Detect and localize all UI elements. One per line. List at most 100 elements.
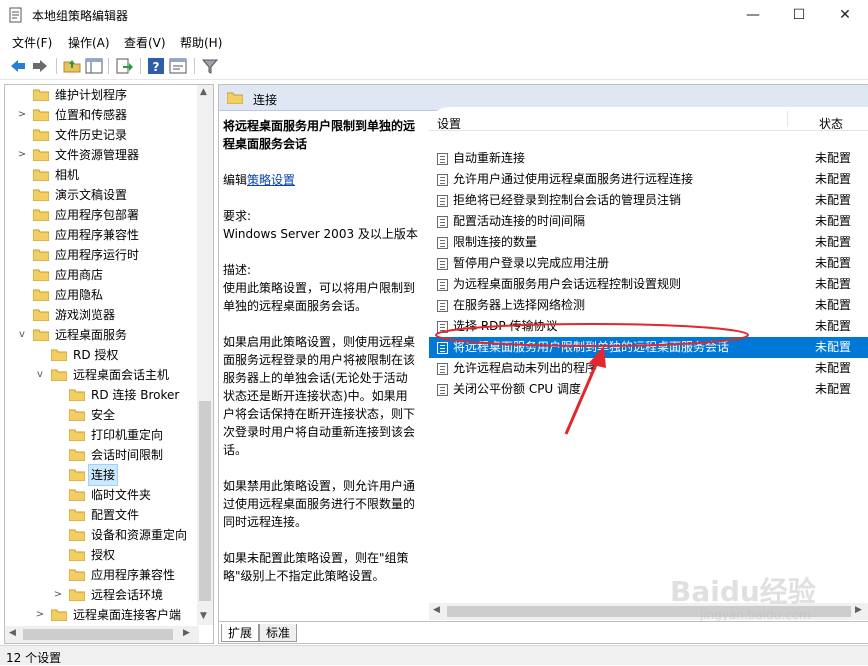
- tree-horizontal-scrollbar[interactable]: ◀ ▶: [5, 626, 199, 643]
- setting-row[interactable]: 拒绝将已经登录到控制台会话的管理员注销 未配置: [429, 190, 868, 211]
- scroll-right-arrow-icon[interactable]: ▶: [183, 628, 190, 638]
- edit-policy-link[interactable]: 策略设置: [247, 173, 295, 187]
- column-header-state[interactable]: 状态: [819, 115, 843, 132]
- scroll-left-arrow-icon[interactable]: ◀: [9, 628, 16, 638]
- svg-text:?: ?: [153, 60, 160, 74]
- setting-row[interactable]: 自动重新连接 未配置: [429, 148, 868, 169]
- tree-item-label: 连接: [87, 464, 119, 486]
- folder-icon: [33, 109, 49, 121]
- tree-item-label: 打印机重定向: [91, 428, 164, 442]
- tree-item-label: 远程桌面会话主机: [73, 368, 170, 382]
- setting-row[interactable]: 在服务器上选择网络检测 未配置: [429, 295, 868, 316]
- setting-row[interactable]: 暂停用户登录以完成应用注册 未配置: [429, 253, 868, 274]
- tree-item[interactable]: > 远程会话环境: [5, 585, 199, 605]
- tree-item[interactable]: v 远程桌面服务: [5, 325, 199, 345]
- setting-row[interactable]: 选择 RDP 传输协议 未配置: [429, 316, 868, 337]
- menu-action[interactable]: 操作(A): [68, 34, 110, 51]
- tree-item[interactable]: 应用程序兼容性: [5, 565, 199, 585]
- tree-item[interactable]: RD 连接 Broker: [5, 385, 199, 405]
- description-block: 描述: 使用此策略设置，可以将用户限制到单独的远程桌面服务会话。: [223, 261, 419, 315]
- tab-extended[interactable]: 扩展: [221, 624, 260, 642]
- folder-icon: [69, 569, 85, 581]
- tree-item[interactable]: 维护计划程序: [5, 85, 199, 105]
- tree-item[interactable]: 相机: [5, 165, 199, 185]
- collapse-arrow-icon[interactable]: v: [35, 365, 45, 385]
- tree-item[interactable]: 游戏浏览器: [5, 305, 199, 325]
- details-header-title: 连接: [253, 93, 278, 107]
- tree-vertical-scrollbar[interactable]: ▲ ▼: [197, 85, 213, 625]
- folder-icon: [33, 189, 49, 201]
- setting-name: 关闭公平份额 CPU 调度: [453, 382, 582, 396]
- folder-icon: [69, 589, 85, 601]
- tree-item[interactable]: 应用隐私: [5, 285, 199, 305]
- navigation-tree[interactable]: 维护计划程序 > 位置和传感器 文件历史记录 > 文件资源管理器相机演示文稿设置 应用程序包…: [4, 84, 214, 644]
- help-icon[interactable]: ?: [146, 56, 166, 76]
- back-icon[interactable]: [8, 56, 28, 76]
- setting-row[interactable]: 允许远程启动未列出的程序 未配置: [429, 358, 868, 379]
- tree-item[interactable]: 连接: [5, 464, 199, 486]
- tree-horizontal-scroll-thumb[interactable]: [23, 629, 173, 640]
- up-folder-icon[interactable]: [62, 56, 82, 76]
- tree-item[interactable]: 临时文件夹: [5, 485, 199, 505]
- tree-item[interactable]: 会话时间限制: [5, 445, 199, 465]
- collapse-arrow-icon[interactable]: v: [17, 325, 27, 345]
- menu-file[interactable]: 文件(F): [12, 34, 52, 51]
- setting-row[interactable]: 将远程桌面服务用户限制到单独的远程桌面服务会话 未配置: [429, 337, 868, 358]
- setting-name: 限制连接的数量: [453, 235, 538, 249]
- tree-item-label: 应用程序运行时: [55, 248, 140, 262]
- maximize-button[interactable]: ☐: [776, 0, 822, 30]
- column-header-setting[interactable]: 设置: [437, 115, 461, 132]
- tree-item[interactable]: 应用商店: [5, 265, 199, 285]
- tree-item[interactable]: 应用程序包部署: [5, 205, 199, 225]
- tree-item[interactable]: 打印机重定向: [5, 425, 199, 445]
- tree-item[interactable]: 演示文稿设置: [5, 185, 199, 205]
- tree-vertical-scroll-thumb[interactable]: [199, 401, 211, 601]
- setting-row[interactable]: 配置活动连接的时间间隔 未配置: [429, 211, 868, 232]
- tree-item[interactable]: 安全: [5, 405, 199, 425]
- tree-item[interactable]: v 远程桌面会话主机: [5, 365, 199, 385]
- tree-item-label: 远程桌面连接客户端: [73, 608, 182, 622]
- expand-arrow-icon[interactable]: >: [17, 105, 27, 125]
- close-button[interactable]: ✕: [822, 0, 868, 30]
- column-divider[interactable]: [787, 111, 788, 127]
- tree-item[interactable]: 设备和资源重定向: [5, 525, 199, 545]
- status-text: 12 个设置: [6, 651, 62, 665]
- status-bar: 12 个设置: [0, 645, 868, 665]
- folder-icon: [33, 269, 49, 281]
- setting-row[interactable]: 允许用户通过使用远程桌面服务进行远程连接 未配置: [429, 169, 868, 190]
- export-icon[interactable]: [114, 56, 134, 76]
- tree-item[interactable]: 文件历史记录: [5, 125, 199, 145]
- tab-standard[interactable]: 标准: [259, 624, 298, 642]
- scroll-up-arrow-icon[interactable]: ▲: [200, 87, 207, 97]
- setting-row[interactable]: 限制连接的数量 未配置: [429, 232, 868, 253]
- setting-state: 未配置: [815, 151, 852, 165]
- setting-row[interactable]: 为远程桌面服务用户会话远程控制设置规则 未配置: [429, 274, 868, 295]
- setting-state: 未配置: [815, 382, 852, 396]
- scroll-left-arrow-icon[interactable]: ◀: [433, 605, 440, 615]
- setting-row[interactable]: 关闭公平份额 CPU 调度 未配置: [429, 379, 868, 400]
- forward-icon[interactable]: [30, 56, 50, 76]
- tree-item[interactable]: 授权: [5, 545, 199, 565]
- show-hide-tree-icon[interactable]: [84, 56, 104, 76]
- scroll-down-arrow-icon[interactable]: ▼: [200, 611, 207, 621]
- tree-item[interactable]: RD 授权: [5, 345, 199, 365]
- menu-view[interactable]: 查看(V): [124, 34, 166, 51]
- folder-icon: [69, 489, 85, 501]
- expand-arrow-icon[interactable]: >: [17, 145, 27, 165]
- tree-item-label: 相机: [55, 168, 80, 182]
- filter-icon[interactable]: [200, 56, 220, 76]
- tree-item[interactable]: > 文件资源管理器: [5, 145, 199, 165]
- tree-item[interactable]: 配置文件: [5, 505, 199, 525]
- expand-arrow-icon[interactable]: >: [53, 585, 63, 605]
- expand-arrow-icon[interactable]: >: [35, 605, 45, 625]
- properties-icon[interactable]: [168, 56, 188, 76]
- minimize-button[interactable]: —: [730, 0, 776, 30]
- tree-item[interactable]: 应用程序运行时: [5, 245, 199, 265]
- policy-setting-icon: [437, 174, 448, 186]
- tree-item[interactable]: 应用程序兼容性: [5, 225, 199, 245]
- menu-help[interactable]: 帮助(H): [180, 34, 222, 51]
- tree-item[interactable]: > 位置和传感器: [5, 105, 199, 125]
- tree-item-label: 安全: [91, 408, 116, 422]
- description-paragraph-3: 如果禁用此策略设置，则允许用户通过使用远程桌面服务进行不限数量的同时远程连接。: [223, 479, 416, 529]
- tree-item[interactable]: > 远程桌面连接客户端: [5, 605, 199, 625]
